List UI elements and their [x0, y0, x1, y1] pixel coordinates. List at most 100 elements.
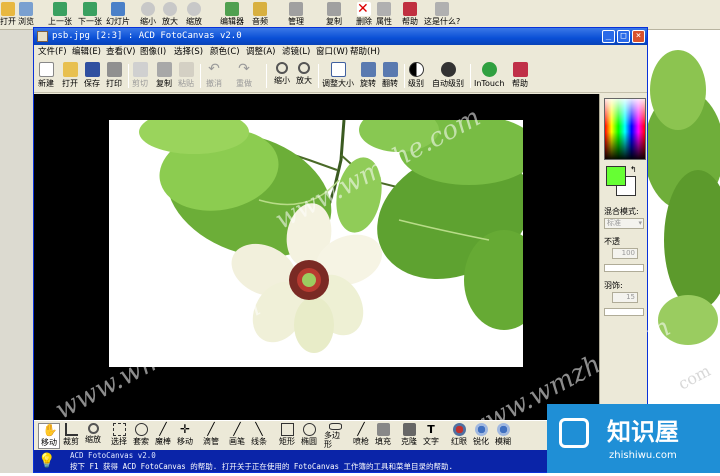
undo-button[interactable]: ↶ 撤消 [206, 62, 222, 91]
background-app-left-strip [0, 30, 33, 473]
cut-button[interactable]: 剪切 [132, 62, 148, 91]
tool-move-hand[interactable]: ✋ 移动 [38, 423, 60, 449]
rotate-button[interactable]: 旋转 [360, 62, 376, 91]
photo-magnolia[interactable] [109, 120, 523, 367]
tool-select[interactable]: 选择 [108, 423, 130, 449]
print-button[interactable]: 打印 [106, 62, 122, 91]
save-disk-icon [84, 62, 100, 77]
menu-help[interactable]: 帮助(H) [350, 45, 380, 60]
feather-label: 羽饰: [604, 281, 623, 290]
maximize-button[interactable]: □ [617, 30, 630, 43]
undo-arrow-icon: ↶ [208, 61, 220, 77]
tool-rectangle[interactable]: 矩形 [276, 423, 298, 449]
tool-text[interactable]: T 文字 [420, 423, 442, 449]
whats-this-icon [435, 2, 450, 16]
tool-eyedropper[interactable]: ╱ 滴管 [200, 423, 222, 449]
bg-manage-button[interactable]: 管理 [288, 2, 304, 28]
tool-magic-wand[interactable]: ╱ 魔棒 [152, 423, 174, 449]
opacity-input[interactable]: 100 [612, 248, 638, 259]
levels-button[interactable]: 级别 [408, 62, 424, 91]
bg-whats-this-button[interactable]: 这是什么? [424, 2, 460, 28]
auto-levels-button[interactable]: 自动级别 [432, 62, 464, 91]
copy-icon [327, 2, 341, 16]
resize-button[interactable]: 调整大小 [322, 62, 354, 91]
tool-crop[interactable]: 裁剪 [60, 423, 82, 449]
feather-slider[interactable] [604, 308, 644, 316]
color-palette[interactable] [604, 98, 646, 160]
bg-properties-button[interactable]: 属性 [376, 2, 392, 28]
rect-select-icon [112, 423, 126, 436]
menu-file[interactable]: 文件(F) [38, 45, 67, 60]
menu-view[interactable]: 查看(V) [106, 45, 135, 60]
bg-zoom-button[interactable]: 缩放 [186, 2, 202, 28]
brush-icon: ╱ [233, 422, 241, 436]
save-button[interactable]: 保存 [84, 62, 100, 91]
main-toolbar: 新建 打开 保存 打印 剪切 复制 粘贴 ↶ 撤消 ↷ 重做 缩小 放大 调整大小 … [34, 60, 647, 93]
tool-sharpen[interactable]: 锐化 [470, 423, 492, 449]
redo-button[interactable]: ↷ 重做 [236, 62, 252, 91]
tool-red-eye[interactable]: 红眼 [448, 423, 470, 449]
bg-help-button[interactable]: 帮助 [402, 2, 418, 28]
bg-slideshow-button[interactable]: 幻灯片 [106, 2, 130, 28]
copy-icon [156, 62, 172, 77]
resize-icon [330, 62, 346, 77]
bg-open-button[interactable]: 打开 [0, 2, 16, 28]
bg-browse-button[interactable]: 浏览 [18, 2, 34, 28]
zoom-out-button[interactable]: 缩小 [274, 62, 290, 91]
bg-copy-button[interactable]: 复制 [326, 2, 342, 28]
ellipse-icon [302, 423, 316, 436]
intouch-button[interactable]: InTouch [474, 62, 504, 91]
opacity-label: 不透 [604, 237, 620, 246]
tool-clone[interactable]: 克隆 [398, 423, 420, 449]
new-button[interactable]: 新建 [38, 62, 54, 91]
brand-logo-icon [559, 418, 589, 448]
menu-edit[interactable]: 编辑(E) [72, 45, 101, 60]
menu-adjust[interactable]: 调整(A) [246, 45, 275, 60]
tool-line[interactable]: ╲ 线条 [248, 423, 270, 449]
toolbar-separator [266, 64, 267, 88]
bg-zoom-in-button[interactable]: 放大 [162, 2, 178, 28]
bg-next-button[interactable]: 下一张 [78, 2, 102, 28]
image-canvas[interactable]: www.wmzhe.com www.wmzhe.com www.wmzhe.co… [34, 94, 676, 446]
bg-delete-button[interactable]: ✕ 删除 [356, 2, 372, 28]
window-titlebar[interactable]: psb.jpg [2:3] : ACD FotoCanvas v2.0 _ □ … [34, 28, 647, 45]
menu-image[interactable]: 图像(I) [140, 45, 166, 60]
blend-mode-select[interactable]: 标准 ▾ [604, 218, 644, 229]
magnifier-plus-icon [298, 62, 310, 74]
tool-move[interactable]: ✛ 移动 [174, 423, 196, 449]
open-button[interactable]: 打开 [62, 62, 78, 91]
tool-ellipse[interactable]: 椭圆 [298, 423, 320, 449]
swap-colors-icon[interactable]: ↰ [630, 165, 637, 174]
properties-icon [377, 2, 391, 16]
opacity-slider[interactable] [604, 264, 644, 272]
close-button[interactable]: × [632, 30, 645, 43]
redo-arrow-icon: ↷ [238, 61, 250, 77]
minimize-button[interactable]: _ [602, 30, 615, 43]
copy-button[interactable]: 复制 [156, 62, 172, 91]
menu-window[interactable]: 窗口(W) [316, 45, 348, 60]
tool-zoom[interactable]: 缩放 [82, 423, 104, 449]
menu-filter[interactable]: 滤镜(L) [282, 45, 310, 60]
feather-input[interactable]: 15 [612, 292, 638, 303]
menu-color[interactable]: 颜色(C) [210, 45, 240, 60]
paste-button[interactable]: 粘贴 [178, 62, 194, 91]
menubar: 文件(F) 编辑(E) 查看(V) 图像(I) 选择(S) 颜色(C) 调整(A… [34, 45, 647, 60]
help-button[interactable]: 帮助 [512, 62, 528, 91]
tool-fill[interactable]: 填充 [372, 423, 394, 449]
flip-button[interactable]: 翻转 [382, 62, 398, 91]
tool-blur[interactable]: 模糊 [492, 423, 514, 449]
tool-lasso[interactable]: 套索 [130, 423, 152, 449]
zoom-in-button[interactable]: 放大 [296, 62, 312, 91]
tool-airbrush[interactable]: ╱ 喷枪 [350, 423, 372, 449]
status-hint: 按下 F1 获得 ACD FotoCanvas 的帮助. 打开关于正在使用的 F… [70, 462, 454, 471]
bg-zoom-out-button[interactable]: 缩小 [140, 2, 156, 28]
browse-icon [19, 2, 33, 16]
tool-brush[interactable]: ╱ 画笔 [226, 423, 248, 449]
foreground-color-swatch[interactable] [606, 166, 626, 186]
tool-polygon[interactable]: 多边形 [324, 423, 346, 449]
bg-prev-button[interactable]: 上一张 [48, 2, 72, 28]
bg-editor-button[interactable]: 编辑器 [220, 2, 244, 28]
menu-select[interactable]: 选择(S) [174, 45, 203, 60]
bg-audio-button[interactable]: 音频 [252, 2, 268, 28]
airbrush-icon: ╱ [357, 422, 365, 436]
